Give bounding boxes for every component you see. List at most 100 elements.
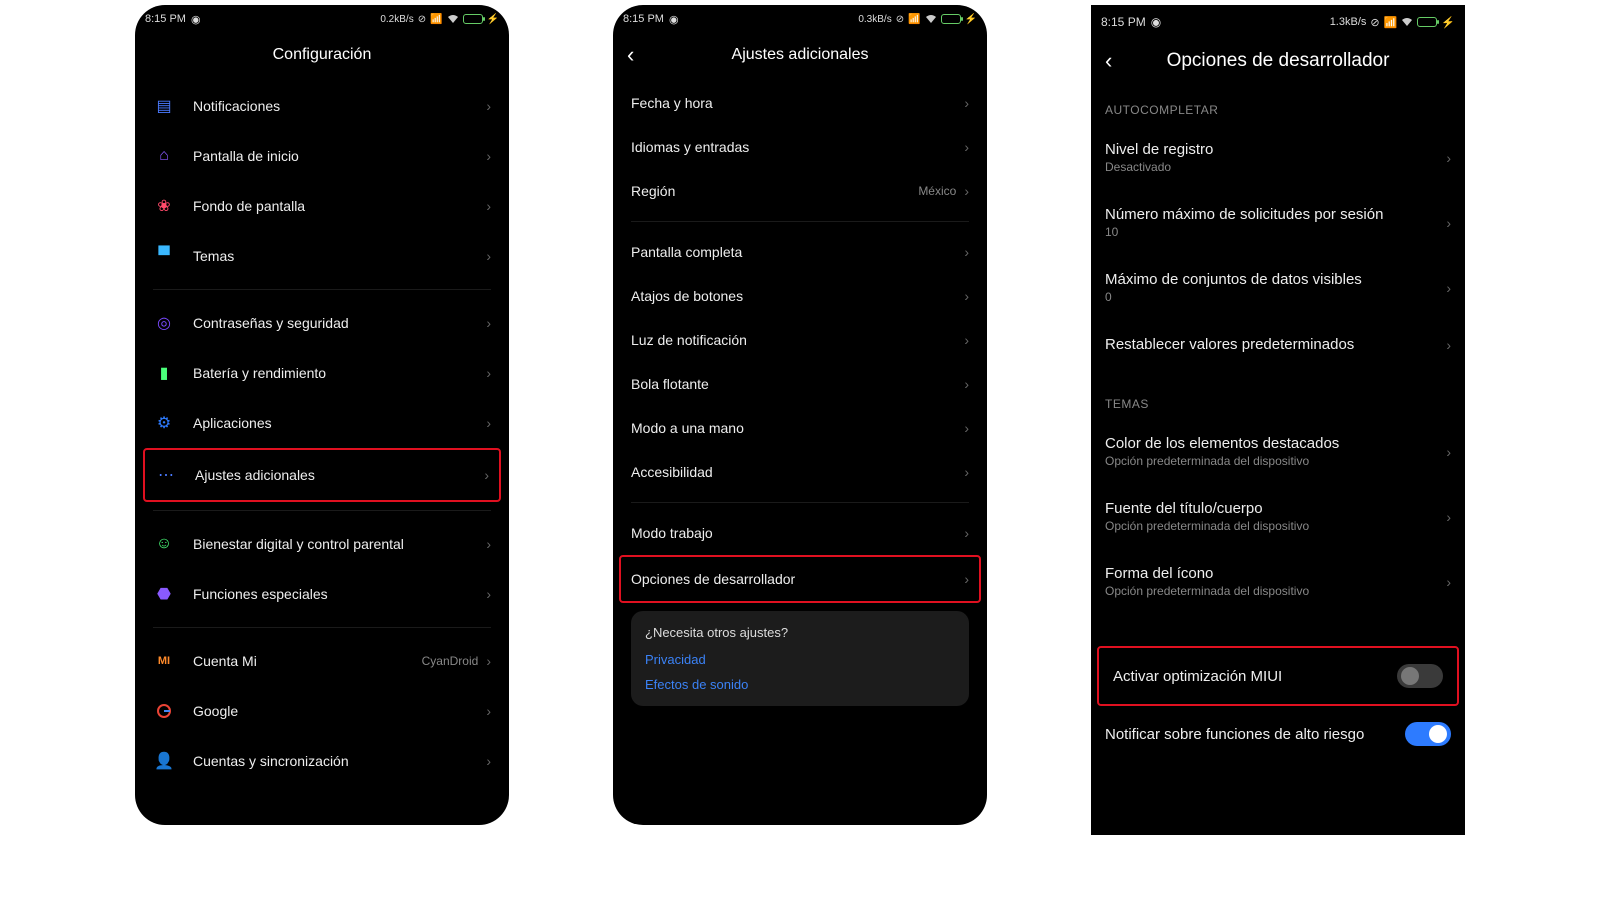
link-privacidad[interactable]: Privacidad — [645, 652, 955, 667]
section-header-autocompletar: AUTOCOMPLETAR — [1091, 89, 1465, 125]
status-time: 8:15 PM — [145, 13, 186, 25]
battery-icon — [463, 14, 483, 24]
mi-account-icon: MI — [153, 650, 175, 672]
chevron-right-icon: › — [964, 571, 969, 587]
row-max-solicitudes[interactable]: Número máximo de solicitudes por sesión … — [1091, 190, 1465, 255]
status-bar: 8:15 PM ◉ 0.3kB/s ⊘ 📶 ⚡ — [613, 5, 987, 29]
row-nivel-registro[interactable]: Nivel de registro Desactivado › — [1091, 125, 1465, 190]
row-fondo-pantalla[interactable]: ❀ Fondo de pantalla › — [143, 181, 501, 231]
chevron-right-icon: › — [486, 415, 491, 431]
toggle-notificar-alto-riesgo[interactable] — [1405, 722, 1451, 746]
signal-icon: 📶 — [1384, 16, 1398, 29]
row-bateria[interactable]: ▮ Batería y rendimiento › — [143, 348, 501, 398]
row-luz-notificacion[interactable]: Luz de notificación › — [621, 318, 979, 362]
title-bar: ‹ Ajustes adicionales — [613, 29, 987, 81]
row-cuenta-mi[interactable]: MI Cuenta Mi CyanDroid › — [143, 636, 501, 686]
phone-additional-settings: 8:15 PM ◉ 0.3kB/s ⊘ 📶 ⚡ ‹ Ajustes adicio… — [613, 5, 987, 825]
chevron-right-icon: › — [486, 248, 491, 264]
chevron-right-icon: › — [964, 139, 969, 155]
chevron-right-icon: › — [486, 653, 491, 669]
chevron-right-icon: › — [486, 148, 491, 164]
page-title: Opciones de desarrollador — [1167, 50, 1390, 72]
chevron-right-icon: › — [964, 525, 969, 541]
divider — [153, 289, 491, 290]
charging-icon: ⚡ — [1441, 16, 1455, 29]
chevron-right-icon: › — [486, 586, 491, 602]
special-features-icon: ⬣ — [153, 583, 175, 605]
page-title: Ajustes adicionales — [732, 46, 869, 64]
additional-settings-icon: ⋯ — [155, 464, 177, 486]
link-efectos-sonido[interactable]: Efectos de sonido — [645, 677, 955, 692]
accounts-sync-icon: 👤 — [153, 750, 175, 772]
chevron-right-icon: › — [964, 95, 969, 111]
chevron-right-icon: › — [486, 703, 491, 719]
row-opciones-desarrollador[interactable]: Opciones de desarrollador › — [621, 557, 979, 601]
chevron-right-icon: › — [486, 365, 491, 381]
row-atajos-botones[interactable]: Atajos de botones › — [621, 274, 979, 318]
google-icon — [153, 700, 175, 722]
chevron-right-icon: › — [964, 288, 969, 304]
status-time: 8:15 PM — [623, 13, 664, 25]
row-pantalla-inicio[interactable]: ⌂ Pantalla de inicio › — [143, 131, 501, 181]
wallpaper-icon: ❀ — [153, 195, 175, 217]
battery-icon: ▮ — [153, 362, 175, 384]
chevron-right-icon: › — [486, 753, 491, 769]
row-bienestar[interactable]: ☺ Bienestar digital y control parental › — [143, 519, 501, 569]
card-question: ¿Necesita otros ajustes? — [645, 625, 955, 640]
status-data-rate: 0.3kB/s — [858, 14, 891, 25]
themes-icon: ▀ — [153, 245, 175, 267]
row-restablecer[interactable]: Restablecer valores predeterminados › — [1091, 320, 1465, 369]
row-cuentas-sync[interactable]: 👤 Cuentas y sincronización › — [143, 736, 501, 786]
back-button[interactable]: ‹ — [627, 42, 634, 68]
security-icon: ◎ — [153, 312, 175, 334]
row-accesibilidad[interactable]: Accesibilidad › — [621, 450, 979, 494]
charging-icon: ⚡ — [487, 14, 499, 25]
row-max-conjuntos[interactable]: Máximo de conjuntos de datos visibles 0 … — [1091, 255, 1465, 320]
row-modo-trabajo[interactable]: Modo trabajo › — [621, 511, 979, 555]
row-forma-icono[interactable]: Forma del ícono Opción predeterminada de… — [1091, 549, 1465, 614]
apps-icon: ⚙ — [153, 412, 175, 434]
chevron-right-icon: › — [1446, 337, 1451, 353]
chevron-right-icon: › — [1446, 280, 1451, 296]
chevron-right-icon: › — [964, 244, 969, 260]
status-time: 8:15 PM — [1101, 15, 1146, 29]
row-optimizacion-miui[interactable]: Activar optimización MIUI — [1099, 648, 1457, 704]
chevron-right-icon: › — [1446, 215, 1451, 231]
signal-icon: 📶 — [430, 14, 442, 25]
row-notificaciones[interactable]: ▤ Notificaciones › — [143, 81, 501, 131]
chevron-right-icon: › — [964, 183, 969, 199]
chevron-right-icon: › — [1446, 150, 1451, 166]
row-notificar-alto-riesgo[interactable]: Notificar sobre funciones de alto riesgo — [1091, 706, 1465, 762]
page-title: Configuración — [273, 46, 372, 64]
alarm-off-icon: ⊘ — [418, 14, 426, 25]
toggle-optimizacion-miui[interactable] — [1397, 664, 1443, 688]
phone-settings: 8:15 PM ◉ 0.2kB/s ⊘ 📶 ⚡ Configuración ▤ … — [135, 5, 509, 825]
row-color-destacados[interactable]: Color de los elementos destacados Opción… — [1091, 419, 1465, 484]
chevron-right-icon: › — [1446, 444, 1451, 460]
row-fecha-hora[interactable]: Fecha y hora › — [621, 81, 979, 125]
other-settings-card: ¿Necesita otros ajustes? Privacidad Efec… — [631, 611, 969, 706]
row-region[interactable]: Región México › — [621, 169, 979, 213]
status-data-rate: 0.2kB/s — [380, 14, 413, 25]
charging-icon: ⚡ — [965, 14, 977, 25]
signal-icon: 📶 — [908, 14, 920, 25]
row-ajustes-adicionales[interactable]: ⋯ Ajustes adicionales › — [145, 450, 499, 500]
chevron-right-icon: › — [964, 332, 969, 348]
title-bar: ‹ Opciones de desarrollador — [1091, 33, 1465, 89]
row-google[interactable]: Google › — [143, 686, 501, 736]
row-aplicaciones[interactable]: ⚙ Aplicaciones › — [143, 398, 501, 448]
back-button[interactable]: ‹ — [1105, 48, 1112, 74]
row-seguridad[interactable]: ◎ Contraseñas y seguridad › — [143, 298, 501, 348]
row-idiomas[interactable]: Idiomas y entradas › — [621, 125, 979, 169]
chevron-right-icon: › — [1446, 574, 1451, 590]
row-pantalla-completa[interactable]: Pantalla completa › — [621, 230, 979, 274]
row-funciones-especiales[interactable]: ⬣ Funciones especiales › — [143, 569, 501, 619]
row-fuente-titulo[interactable]: Fuente del título/cuerpo Opción predeter… — [1091, 484, 1465, 549]
row-modo-una-mano[interactable]: Modo a una mano › — [621, 406, 979, 450]
row-bola-flotante[interactable]: Bola flotante › — [621, 362, 979, 406]
dnd-icon: ◉ — [1151, 15, 1161, 29]
alarm-off-icon: ⊘ — [896, 14, 904, 25]
battery-icon — [941, 14, 961, 24]
row-temas[interactable]: ▀ Temas › — [143, 231, 501, 281]
chevron-right-icon: › — [486, 198, 491, 214]
